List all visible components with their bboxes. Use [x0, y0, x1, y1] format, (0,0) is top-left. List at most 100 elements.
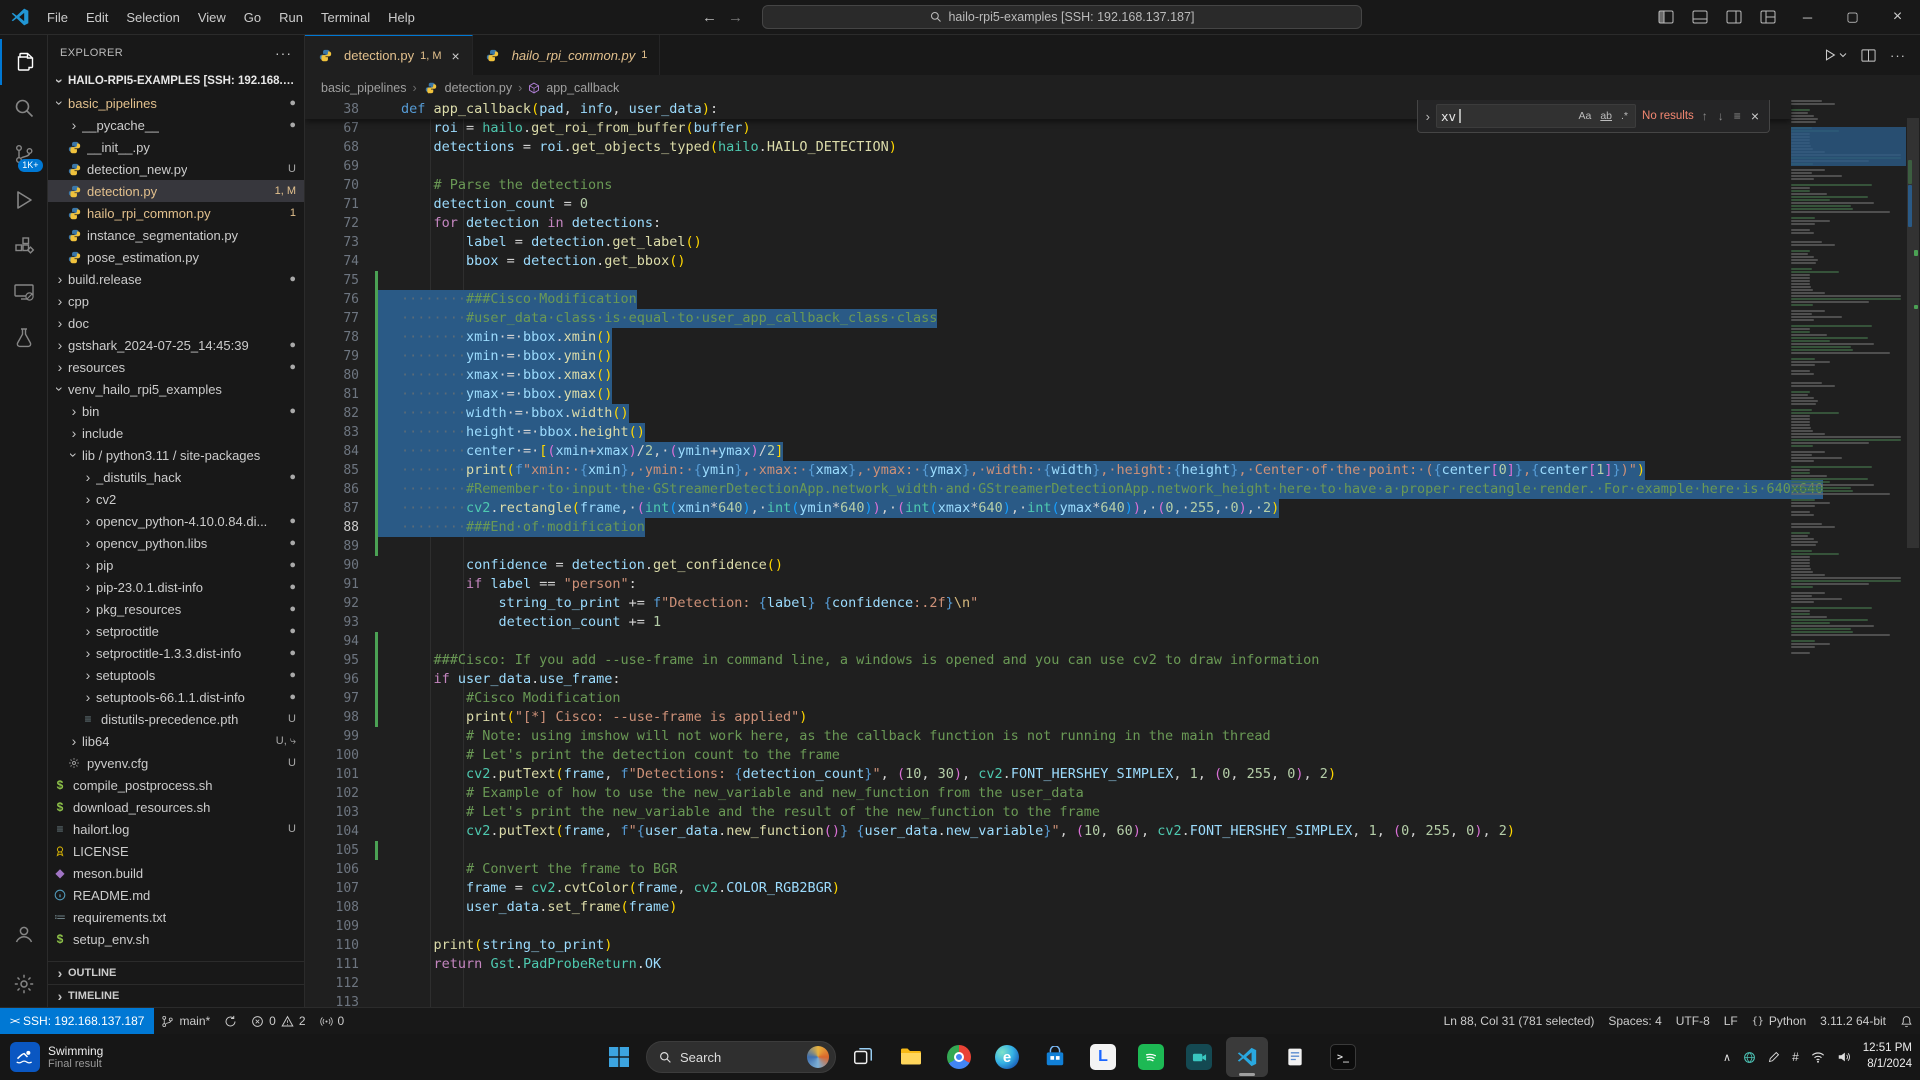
explorer-icon[interactable]: [0, 39, 48, 85]
tree-item-setproctitle-1-3-3-dist-info[interactable]: ›setproctitle-1.3.3.dist-info●: [48, 642, 304, 664]
eol-status[interactable]: LF: [1717, 1008, 1745, 1034]
tab-hailo-rpi-common-py[interactable]: hailo_rpi_common.py 1: [473, 35, 661, 75]
code-line-109[interactable]: 109: [305, 917, 1791, 936]
file-explorer-icon[interactable]: [890, 1037, 932, 1077]
minimap[interactable]: [1791, 100, 1906, 1007]
ports-status[interactable]: 0: [313, 1008, 352, 1034]
tree-item-hailort-log[interactable]: ≡hailort.logU: [48, 818, 304, 840]
tree-item-setup-env-sh[interactable]: $setup_env.sh: [48, 928, 304, 950]
find-toggle-replace-icon[interactable]: ›: [1426, 109, 1430, 124]
code-line-101[interactable]: 101 cv2.putText(frame, f"Detections: {de…: [305, 765, 1791, 784]
code-line-83[interactable]: 83········height·=·bbox.height(): [305, 423, 1791, 442]
tree-item-gstshark-2024-07-25-14-45-39[interactable]: ›gstshark_2024-07-25_14:45:39●: [48, 334, 304, 356]
l-app-icon[interactable]: L: [1082, 1037, 1124, 1077]
find-close-icon[interactable]: ×: [1749, 108, 1761, 124]
code-line-105[interactable]: 105: [305, 841, 1791, 860]
sync-changes-button[interactable]: [217, 1008, 244, 1034]
split-editor-icon[interactable]: [1861, 48, 1876, 63]
menu-edit[interactable]: Edit: [77, 6, 117, 29]
maximize-button[interactable]: ▢: [1830, 0, 1875, 34]
code-line-73[interactable]: 73 label = detection.get_label(): [305, 233, 1791, 252]
store-icon[interactable]: [1034, 1037, 1076, 1077]
match-case-icon[interactable]: Aa: [1575, 108, 1594, 124]
code-line-89[interactable]: 89: [305, 537, 1791, 556]
taskbar-search-box[interactable]: Search: [646, 1041, 836, 1073]
code-line-88[interactable]: 88········###End·of·modification: [305, 518, 1791, 537]
remote-indicator[interactable]: >< SSH: 192.168.137.187: [0, 1008, 154, 1034]
tree-item-lib64[interactable]: ›lib64U, ⤷: [48, 730, 304, 752]
code-line-94[interactable]: 94: [305, 632, 1791, 651]
task-view-icon[interactable]: [842, 1037, 884, 1077]
pen-icon[interactable]: [1768, 1051, 1780, 1063]
code-editor[interactable]: 38def app_callback(pad, info, user_data)…: [305, 100, 1920, 1007]
command-center-search[interactable]: hailo-rpi5-examples [SSH: 192.168.137.18…: [762, 5, 1362, 29]
code-line-81[interactable]: 81········ymax·=·bbox.ymax(): [305, 385, 1791, 404]
tree-item--pycache-[interactable]: ›__pycache__●: [48, 114, 304, 136]
code-line-96[interactable]: 96 if user_data.use_frame:: [305, 670, 1791, 689]
tree-item-distutils-precedence-pth[interactable]: ≡distutils-precedence.pthU: [48, 708, 304, 730]
nav-back-button[interactable]: ←: [696, 9, 722, 26]
encoding-status[interactable]: UTF-8: [1669, 1008, 1717, 1034]
code-line-106[interactable]: 106 # Convert the frame to BGR: [305, 860, 1791, 879]
tree-item-detection-py[interactable]: detection.py1, M: [48, 180, 304, 202]
settings-icon[interactable]: [0, 961, 48, 1007]
code-line-87[interactable]: 87········cv2.rectangle(frame,·(int(xmin…: [305, 499, 1791, 518]
search-icon[interactable]: [0, 85, 48, 131]
remote-explorer-icon[interactable]: [0, 269, 48, 315]
tab-detection-py[interactable]: detection.py 1, M ×: [305, 35, 473, 75]
volume-icon[interactable]: [1837, 1050, 1851, 1064]
code-line-68[interactable]: 68 detections = roi.get_objects_typed(ha…: [305, 138, 1791, 157]
breadcrumb-item[interactable]: detection.py: [445, 81, 512, 95]
hidden-icons-chevron[interactable]: ∧: [1723, 1051, 1731, 1064]
tree-item-compile-postprocess-sh[interactable]: $compile_postprocess.sh: [48, 774, 304, 796]
tree-item-pyvenv-cfg[interactable]: pyvenv.cfgU: [48, 752, 304, 774]
code-line-110[interactable]: 110 print(string_to_print): [305, 936, 1791, 955]
code-line-80[interactable]: 80········xmax·=·bbox.xmax(): [305, 366, 1791, 385]
code-line-98[interactable]: 98 print("[*] Cisco: --use-frame is appl…: [305, 708, 1791, 727]
find-in-selection-icon[interactable]: ≡: [1732, 109, 1743, 123]
tab-close-icon[interactable]: ×: [452, 48, 460, 64]
code-line-99[interactable]: 99 # Note: using imshow will not work he…: [305, 727, 1791, 746]
code-line-91[interactable]: 91 if label == "person":: [305, 575, 1791, 594]
code-line-85[interactable]: 85········print(f"xmin:·{xmin},·ymin:·{y…: [305, 461, 1791, 480]
tree-item-lib-python3-11-site-packages[interactable]: ›lib / python3.11 / site-packages: [48, 444, 304, 466]
green-app-icon[interactable]: [1130, 1037, 1172, 1077]
tree-item-pip-23-0-1-dist-info[interactable]: ›pip-23.0.1.dist-info●: [48, 576, 304, 598]
tree-item-setuptools[interactable]: ›setuptools●: [48, 664, 304, 686]
tree-item-license[interactable]: LICENSE: [48, 840, 304, 862]
customize-layout-icon[interactable]: [1751, 4, 1785, 30]
editor-more-actions-icon[interactable]: ···: [1890, 48, 1906, 63]
tree-item-pkg-resources[interactable]: ›pkg_resources●: [48, 598, 304, 620]
code-line-82[interactable]: 82········width·=·bbox.width(): [305, 404, 1791, 423]
wifi-icon[interactable]: [1811, 1050, 1825, 1064]
code-line-77[interactable]: 77········#user_data·class·is·equal·to·u…: [305, 309, 1791, 328]
notepad-icon[interactable]: [1274, 1037, 1316, 1077]
tree-item-meson-build[interactable]: ◆meson.build: [48, 862, 304, 884]
git-branch-status[interactable]: main*: [154, 1008, 217, 1034]
code-line-84[interactable]: 84········center·=·[(xmin+xmax)/2,·(ymin…: [305, 442, 1791, 461]
code-line-104[interactable]: 104 cv2.putText(frame, f"{user_data.new_…: [305, 822, 1791, 841]
menu-go[interactable]: Go: [235, 6, 270, 29]
tree-item-setuptools-66-1-1-dist-info[interactable]: ›setuptools-66.1.1.dist-info●: [48, 686, 304, 708]
widgets-button[interactable]: Swimming Final result: [10, 1042, 103, 1072]
code-line-71[interactable]: 71 detection_count = 0: [305, 195, 1791, 214]
ime-indicator[interactable]: #: [1792, 1050, 1799, 1064]
testing-icon[interactable]: [0, 315, 48, 361]
code-line-79[interactable]: 79········ymin·=·bbox.ymin(): [305, 347, 1791, 366]
tree-item-include[interactable]: ›include: [48, 422, 304, 444]
code-line-90[interactable]: 90 confidence = detection.get_confidence…: [305, 556, 1791, 575]
code-line-75[interactable]: 75: [305, 271, 1791, 290]
python-interpreter-status[interactable]: 3.11.2 64-bit: [1813, 1008, 1893, 1034]
tree-item-instance-segmentation-py[interactable]: instance_segmentation.py: [48, 224, 304, 246]
menu-view[interactable]: View: [189, 6, 235, 29]
terminal-icon[interactable]: >_: [1322, 1037, 1364, 1077]
code-line-93[interactable]: 93 detection_count += 1: [305, 613, 1791, 632]
find-input[interactable]: xv Aa ab .*: [1436, 104, 1636, 128]
regex-icon[interactable]: .*: [1618, 108, 1631, 124]
minimize-button[interactable]: ─: [1785, 0, 1830, 34]
tree-item--distutils-hack[interactable]: ›_distutils_hack●: [48, 466, 304, 488]
globe-icon[interactable]: [1743, 1051, 1756, 1064]
tree-item-opencv-python-libs[interactable]: ›opencv_python.libs●: [48, 532, 304, 554]
taskbar-clock[interactable]: 12:51 PM 8/1/2024: [1863, 1041, 1912, 1072]
close-button[interactable]: ×: [1875, 0, 1920, 34]
